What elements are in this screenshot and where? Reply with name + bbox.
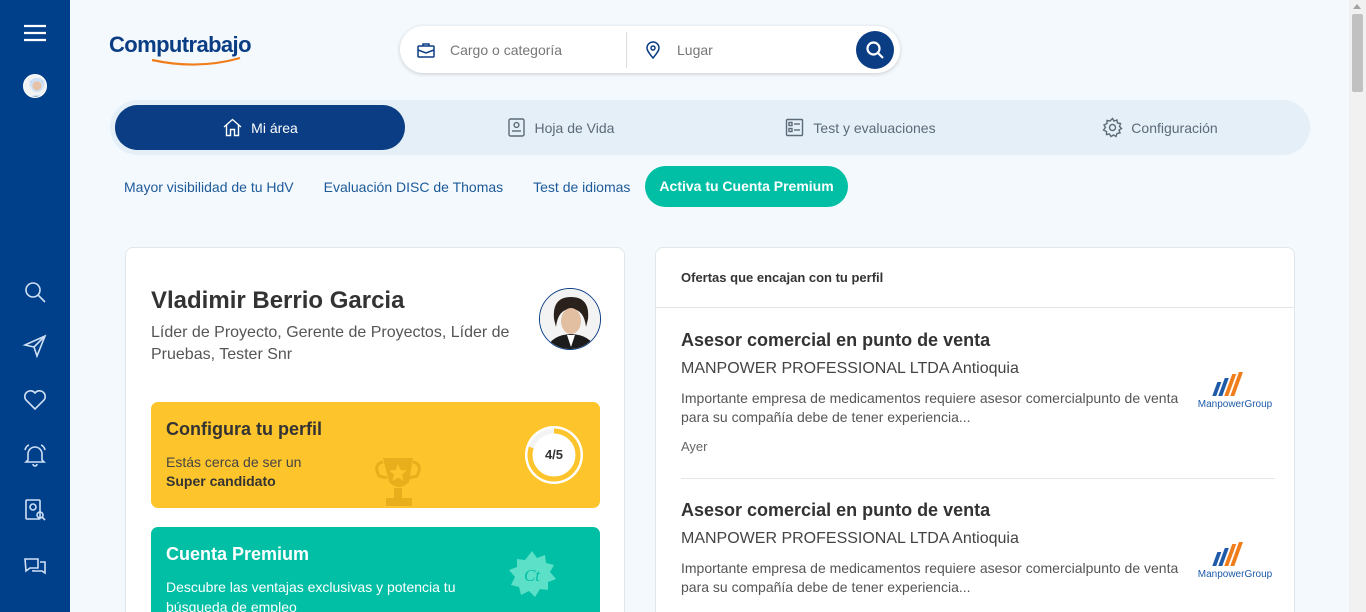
activate-premium-button[interactable]: Activa tu Cuenta Premium <box>645 166 848 207</box>
location-pin-icon <box>646 40 660 59</box>
left-sidebar <box>0 0 70 612</box>
offer-divider <box>681 478 1275 479</box>
subnav-visibilidad[interactable]: Mayor visibilidad de tu HdV <box>124 179 294 195</box>
premium-description: Descubre las ventajas exclusivas y poten… <box>166 579 456 612</box>
search-bar: Cargo o categoría Lugar <box>400 26 900 73</box>
offer-description: Importante empresa de medicamentos requi… <box>681 560 1179 595</box>
tab-label: Mi área <box>251 119 298 136</box>
company-logo: ManpowerGroup <box>1194 540 1276 586</box>
logo-swoosh <box>151 56 241 66</box>
company-logo-text: ManpowerGroup <box>1197 399 1273 410</box>
tab-configuracion[interactable]: Configuración <box>1015 105 1305 150</box>
vertical-scrollbar[interactable] <box>1349 0 1366 612</box>
configure-text: Estás cerca de ser un Super candidato <box>166 453 301 491</box>
offer-company: MANPOWER PROFESSIONAL LTDA Antioquia <box>681 360 1019 377</box>
offer-description: Importante empresa de medicamentos requi… <box>681 390 1179 425</box>
offer-item[interactable]: Asesor comercial en punto de venta MANPO… <box>681 330 1275 454</box>
logo[interactable]: Computrabajo <box>109 32 252 58</box>
gear-icon <box>1102 117 1123 138</box>
company-logo: ManpowerGroup <box>1194 370 1276 416</box>
progress-label: 4/5 <box>544 447 564 462</box>
main-tabs: Mi área Hoja de Vida Test y evaluaciones… <box>110 100 1310 155</box>
search-divider <box>626 32 627 68</box>
profile-name: Vladimir Berrio Garcia <box>151 287 405 314</box>
offer-company: MANPOWER PROFESSIONAL LTDA Antioquia <box>681 530 1019 547</box>
scrollbar-thumb[interactable] <box>1352 14 1363 92</box>
profile-role: Líder de Proyecto, Gerente de Proyectos,… <box>151 324 510 363</box>
subnav-disc[interactable]: Evaluación DISC de Thomas <box>324 179 504 195</box>
send-icon[interactable] <box>21 332 49 360</box>
location-placeholder: Lugar <box>677 41 713 58</box>
offer-title[interactable]: Asesor comercial en punto de venta <box>681 330 1275 351</box>
hamburger-menu-icon[interactable] <box>21 19 49 47</box>
company-logo-text: ManpowerGroup <box>1197 569 1273 580</box>
job-search-input[interactable]: Cargo o categoría <box>416 26 622 73</box>
profile-avatar[interactable] <box>539 288 601 350</box>
profile-card: Vladimir Berrio Garcia Líder de Proyecto… <box>125 247 625 612</box>
scroll-up-arrow-icon[interactable] <box>1353 4 1361 9</box>
tab-test-evaluaciones[interactable]: Test y evaluaciones <box>715 105 1005 150</box>
premium-account-banner[interactable]: Cuenta Premium Descubre las ventajas exc… <box>151 527 600 612</box>
tab-mi-area[interactable]: Mi área <box>115 105 405 150</box>
chat-icon[interactable] <box>21 552 49 580</box>
search-icon[interactable] <box>21 278 49 306</box>
resume-icon <box>507 118 525 137</box>
search-button[interactable] <box>856 31 894 69</box>
trophy-icon <box>375 458 421 506</box>
sub-navigation: Mayor visibilidad de tu HdV Evaluación D… <box>124 166 848 207</box>
offer-title[interactable]: Asesor comercial en punto de venta <box>681 500 1275 521</box>
tab-label: Hoja de Vida <box>534 119 615 136</box>
configure-title: Configura tu perfil <box>166 419 322 439</box>
magnifier-icon <box>866 41 884 59</box>
tab-label: Test y evaluaciones <box>813 119 936 136</box>
configure-highlight: Super candidato <box>166 473 276 489</box>
profile-progress-ring: 4/5 <box>524 425 584 485</box>
offers-header: Ofertas que encajan con tu perfil <box>656 248 1294 308</box>
configure-profile-banner[interactable]: Configura tu perfil Estás cerca de ser u… <box>151 402 600 508</box>
bell-icon[interactable] <box>21 441 49 469</box>
briefcase-icon <box>417 42 435 58</box>
offer-item[interactable]: Asesor comercial en punto de venta MANPO… <box>681 500 1275 597</box>
user-avatar[interactable] <box>23 74 47 98</box>
premium-badge-icon: Ct <box>509 551 556 597</box>
subnav-idiomas[interactable]: Test de idiomas <box>533 179 630 195</box>
tab-label: Configuración <box>1131 119 1218 136</box>
offers-heading: Ofertas que encajan con tu perfil <box>681 270 884 285</box>
location-input[interactable]: Lugar <box>643 26 843 73</box>
checklist-icon <box>786 118 804 137</box>
offers-card: Ofertas que encajan con tu perfil Asesor… <box>655 247 1295 612</box>
profile-search-icon[interactable] <box>21 496 49 524</box>
premium-title: Cuenta Premium <box>166 544 310 564</box>
configure-description: Estás cerca de ser un <box>166 454 302 470</box>
tab-hoja-de-vida[interactable]: Hoja de Vida <box>415 105 705 150</box>
job-search-placeholder: Cargo o categoría <box>450 41 563 58</box>
heart-icon[interactable] <box>21 386 49 414</box>
home-icon <box>223 118 242 137</box>
offer-age: Ayer <box>681 439 708 454</box>
premium-badge-text: Ct <box>524 566 541 585</box>
